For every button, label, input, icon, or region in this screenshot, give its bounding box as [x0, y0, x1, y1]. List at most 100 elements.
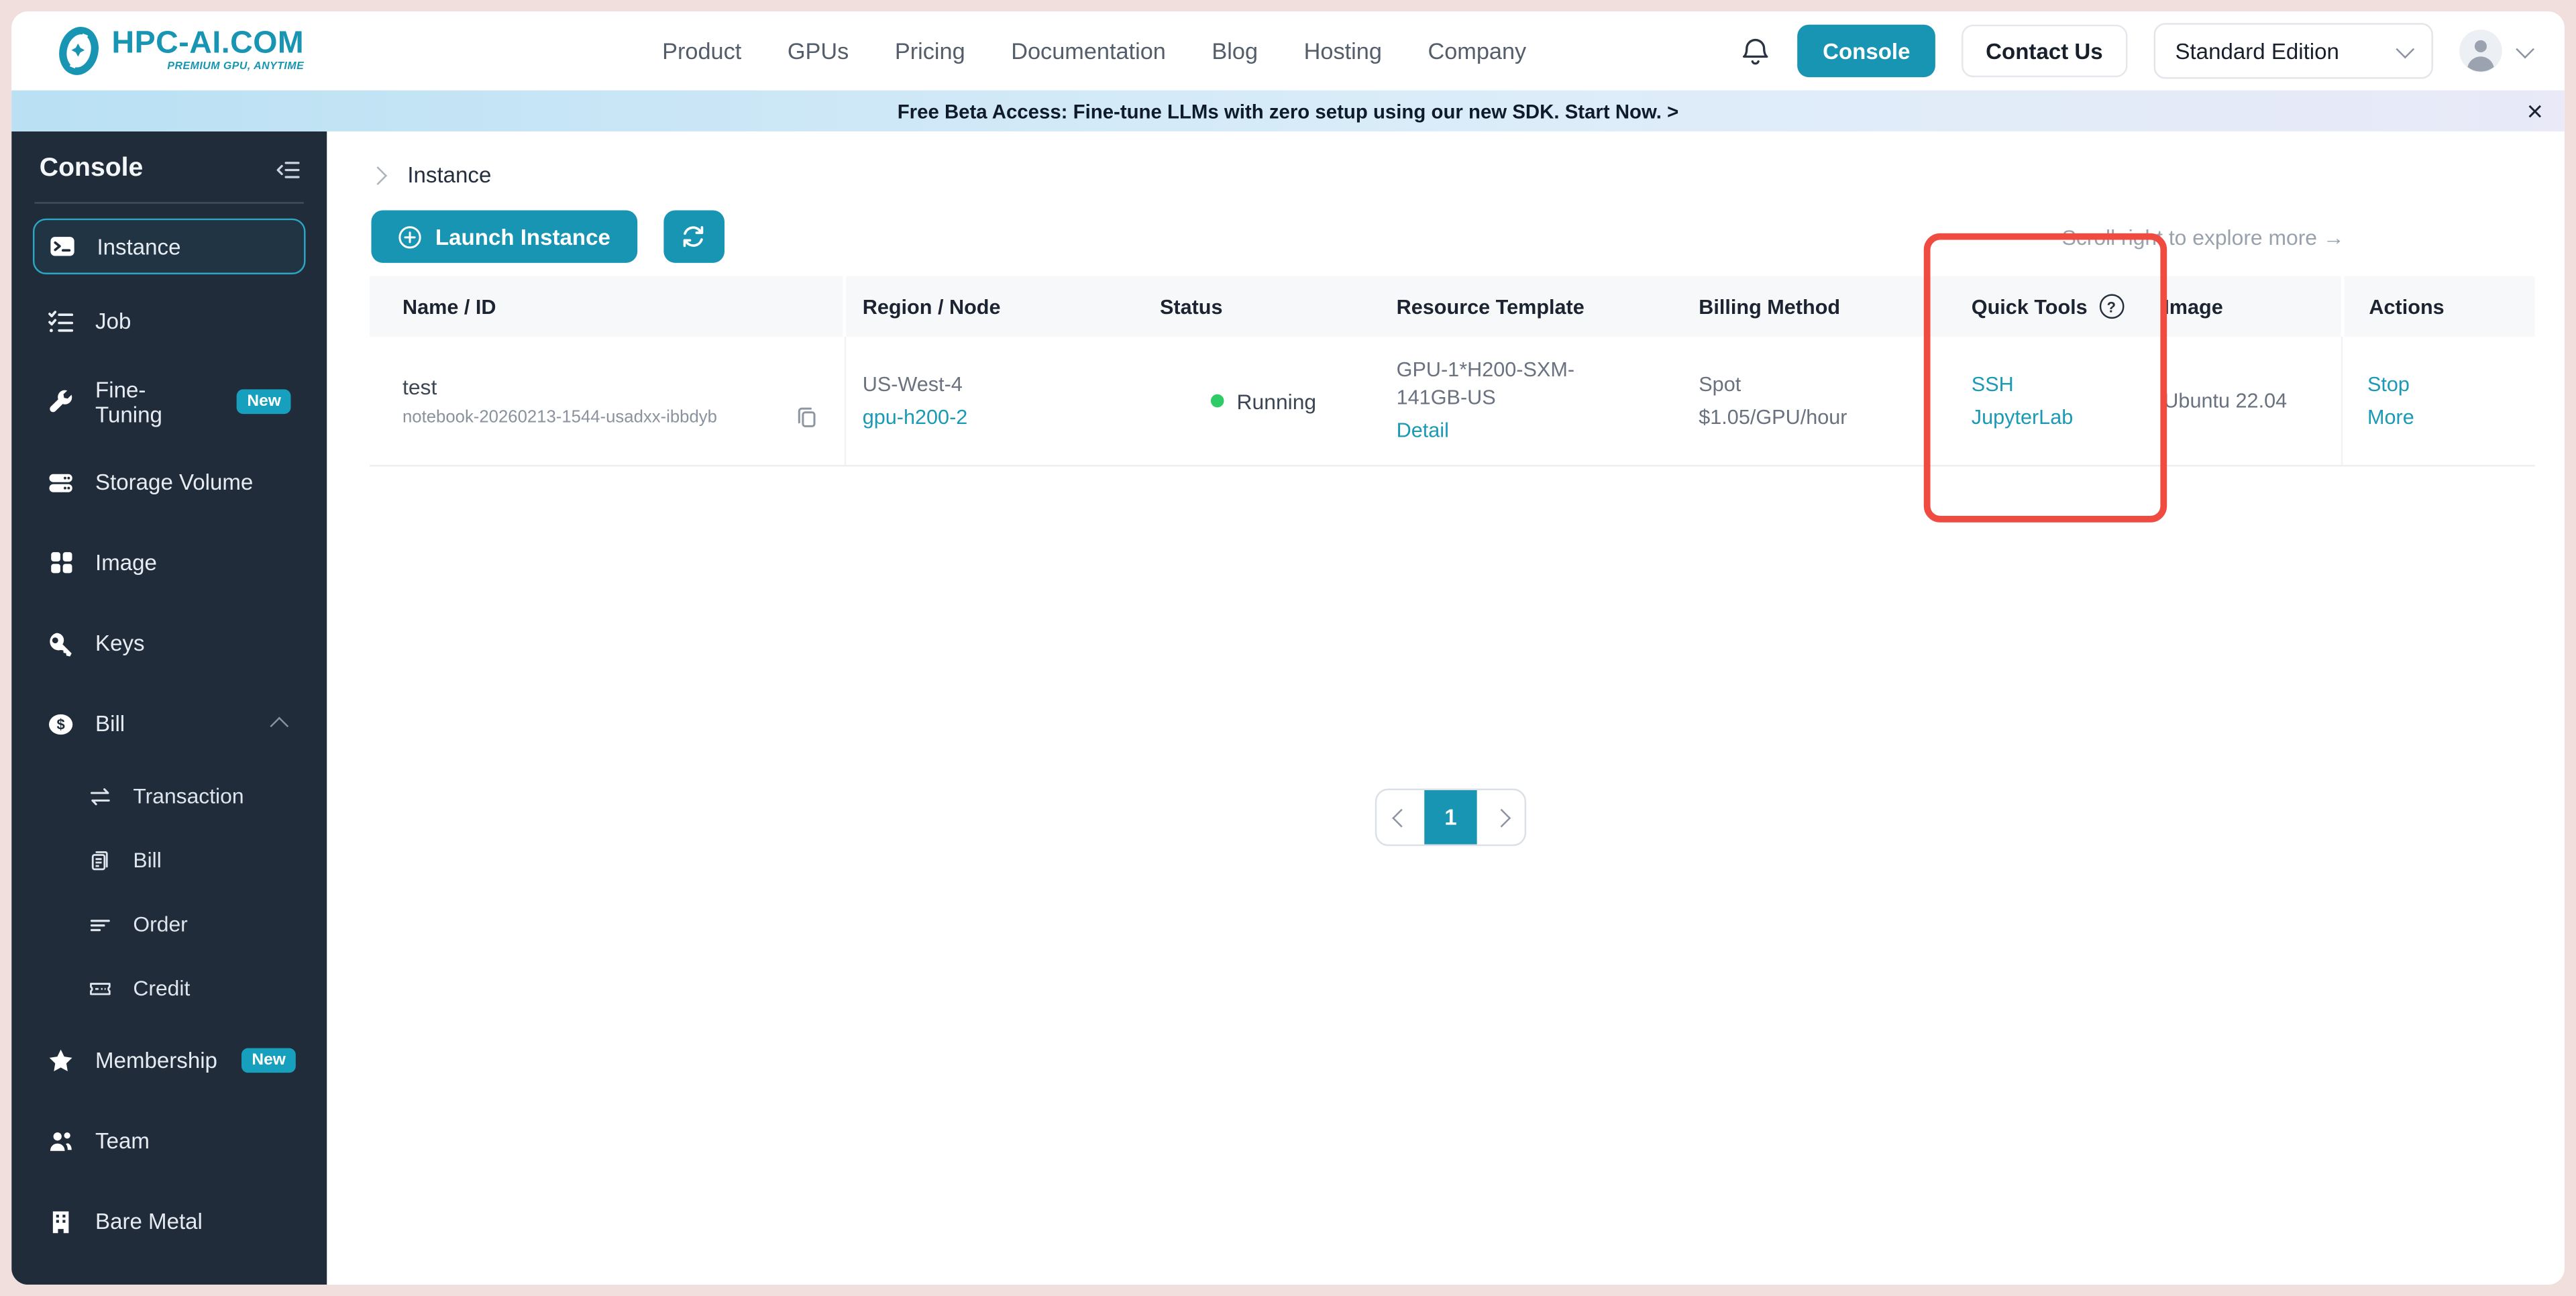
logo-text: HPC-AI.COM PREMIUM GPU, ANYTIME: [112, 28, 305, 73]
sidebar-item-keys[interactable]: Keys: [33, 603, 306, 684]
menu-item-hosting[interactable]: Hosting: [1304, 38, 1382, 64]
receipt-icon: [87, 849, 113, 871]
sidebar-item-fine-tuning[interactable]: Fine-Tuning New: [33, 362, 306, 442]
sidebar-subitem-order[interactable]: Order: [33, 892, 306, 957]
billing-type: Spot: [1699, 372, 1741, 396]
app-window: HPC-AI.COM PREMIUM GPU, ANYTIME Product …: [11, 11, 2565, 1285]
node-link[interactable]: gpu-h200-2: [863, 403, 1130, 431]
sidebar-item-storage-volume[interactable]: Storage Volume: [33, 442, 306, 523]
sidebar-subitem-label: Bill: [133, 847, 162, 873]
copy-icon[interactable]: [795, 407, 818, 429]
promo-banner[interactable]: Free Beta Access: Fine-tune LLMs with ze…: [11, 90, 2565, 131]
grid-icon: [48, 550, 74, 575]
pagination-page-1[interactable]: 1: [1424, 790, 1477, 845]
checklist-icon: [48, 308, 74, 334]
menu-item-product[interactable]: Product: [662, 38, 741, 64]
stop-link[interactable]: Stop: [2367, 371, 2522, 398]
column-header-region-node: Region / Node: [862, 294, 1001, 318]
sidebar-subitem-label: Transaction: [133, 784, 244, 808]
divider: [34, 202, 305, 204]
breadcrumb-current: Instance: [407, 162, 492, 188]
menu-item-company[interactable]: Company: [1428, 38, 1526, 64]
sidebar-item-label: Bill: [95, 711, 125, 737]
logo-tagline: PREMIUM GPU, ANYTIME: [167, 61, 305, 73]
avatar: [2459, 30, 2502, 72]
close-icon[interactable]: ×: [2527, 97, 2543, 125]
status-dot-icon: [1210, 394, 1224, 408]
sidebar-item-label: Image: [95, 550, 157, 576]
sidebar-item-instance[interactable]: Instance: [32, 218, 306, 274]
more-link[interactable]: More: [2367, 403, 2522, 431]
logo[interactable]: HPC-AI.COM PREMIUM GPU, ANYTIME: [58, 26, 305, 75]
logo-title: HPC-AI.COM: [111, 26, 305, 62]
topbar-right: Console Contact Us Standard Edition: [1741, 23, 2534, 79]
sidebar-item-label: Keys: [95, 631, 145, 656]
detail-link[interactable]: Detail: [1397, 417, 1670, 445]
launch-instance-button[interactable]: Launch Instance: [371, 210, 637, 263]
sidebar-item-bare-metal[interactable]: Bare Metal: [33, 1181, 306, 1262]
sidebar-header: Console: [33, 148, 306, 184]
ssh-link[interactable]: SSH: [1972, 371, 2134, 398]
pagination-next-button[interactable]: [1477, 790, 1525, 845]
pagination-prev-button[interactable]: [1377, 790, 1424, 845]
cell-image: Ubuntu 22.04: [2147, 337, 2341, 465]
menu-item-gpus[interactable]: GPUs: [788, 38, 849, 64]
sidebar-item-label: Instance: [97, 233, 181, 259]
cell-status: Running: [1143, 337, 1380, 465]
help-icon[interactable]: ?: [2098, 294, 2124, 319]
wrench-icon: [48, 388, 74, 415]
sidebar-item-membership[interactable]: Membership New: [33, 1020, 306, 1101]
building-icon: [48, 1208, 74, 1234]
sidebar-subitem-bill[interactable]: Bill: [33, 828, 306, 892]
cell-actions: Stop More: [2341, 337, 2535, 466]
table-row: test notebook-20260213-1544-usadxx-ibbdy…: [370, 337, 2535, 467]
sidebar-item-team[interactable]: Team: [33, 1101, 306, 1181]
promo-banner-text[interactable]: Free Beta Access: Fine-tune LLMs with ze…: [898, 99, 1679, 122]
menu-item-pricing[interactable]: Pricing: [895, 38, 965, 64]
sidebar-item-label: Membership: [95, 1048, 217, 1073]
main-panel: Instance Launch Instance Scroll right to…: [327, 131, 2565, 1285]
stage: HPC-AI.COM PREMIUM GPU, ANYTIME Product …: [0, 0, 2576, 1296]
account-menu[interactable]: [2459, 30, 2534, 72]
sidebar-item-image[interactable]: Image: [33, 523, 306, 603]
sidebar-subitem-transaction[interactable]: Transaction: [33, 764, 306, 828]
jupyterlab-link[interactable]: JupyterLab: [1972, 403, 2134, 431]
sidebar-item-label: Storage Volume: [95, 470, 254, 495]
resource-template: GPU-1*H200-SXM-141GB-US: [1396, 358, 1575, 409]
chevron-down-icon: [2396, 39, 2415, 58]
sidebar: Console Instance Job Fine-Tuning New Sto…: [11, 131, 327, 1285]
sidebar-item-job[interactable]: Job: [33, 281, 306, 362]
chevron-right-icon: [1491, 808, 1510, 827]
sidebar-item-label: Job: [95, 309, 131, 334]
edition-select-value: Standard Edition: [2175, 38, 2339, 64]
transfer-arrows-icon: [87, 784, 113, 807]
menu-item-documentation[interactable]: Documentation: [1011, 38, 1166, 64]
chevron-up-icon: [270, 714, 291, 736]
column-header-status: Status: [1159, 294, 1223, 318]
status-label: Running: [1236, 388, 1317, 413]
table-header-row: Name / ID Region / Node Status Resource …: [370, 276, 2535, 337]
contact-us-button[interactable]: Contact Us: [1961, 24, 2128, 78]
logo-mark-icon: [59, 27, 99, 75]
sidebar-item-bill[interactable]: $ Bill: [33, 684, 306, 764]
chevron-right-icon[interactable]: [368, 165, 388, 184]
new-badge: New: [237, 389, 291, 415]
console-button[interactable]: Console: [1798, 24, 1935, 78]
collapse-sidebar-icon[interactable]: [276, 157, 301, 182]
chevron-down-icon: [2516, 39, 2534, 58]
ticket-icon: [87, 977, 113, 1000]
edition-select[interactable]: Standard Edition: [2153, 23, 2433, 79]
sidebar-subitem-label: Order: [133, 912, 188, 936]
menu-item-blog[interactable]: Blog: [1212, 38, 1258, 64]
refresh-icon: [683, 226, 704, 248]
key-icon: [48, 630, 74, 656]
cell-region-node: US-West-4 gpu-h200-2: [846, 337, 1143, 465]
notification-bell-icon[interactable]: [1741, 36, 1772, 67]
sidebar-subitem-credit[interactable]: Credit: [33, 956, 306, 1020]
breadcrumb: Instance: [368, 162, 492, 188]
team-icon: [48, 1128, 74, 1154]
instance-name: test: [402, 374, 437, 399]
cell-quick-tools: SSH JupyterLab: [1955, 337, 2147, 465]
star-icon: [48, 1047, 74, 1073]
refresh-button[interactable]: [663, 210, 724, 263]
